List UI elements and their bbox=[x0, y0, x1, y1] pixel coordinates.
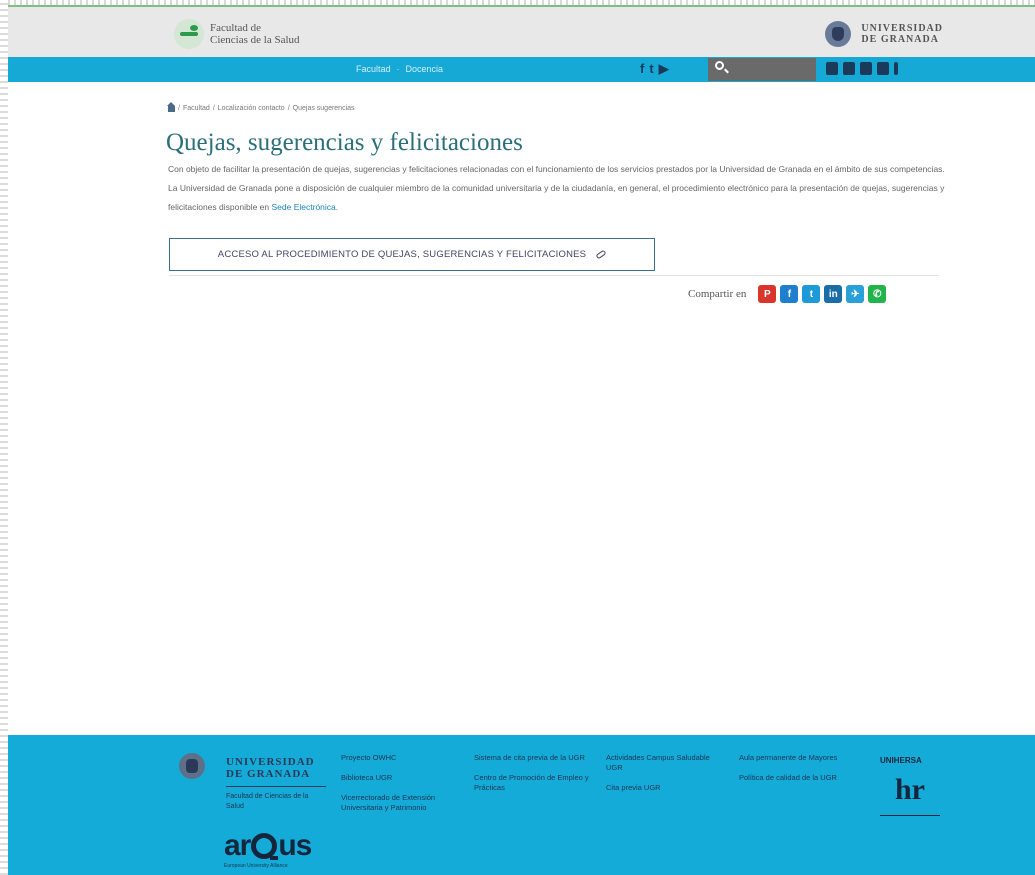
university-crest-icon bbox=[825, 21, 852, 47]
site-header: Facultad de Ciencias de la Salud UNIVERS… bbox=[8, 5, 1035, 57]
facebook-icon[interactable]: f bbox=[640, 61, 644, 77]
youtube-icon[interactable]: ▶ bbox=[659, 61, 669, 77]
page-frame: Facultad de Ciencias de la Salud UNIVERS… bbox=[8, 5, 1035, 875]
faculty-logo[interactable]: Facultad de Ciencias de la Salud bbox=[174, 19, 300, 49]
footer-divider bbox=[226, 786, 326, 787]
unihersa-logo[interactable]: UNIHERSA bbox=[880, 756, 922, 765]
link-icon bbox=[595, 249, 607, 260]
footer-link[interactable]: Actividades Campus Saludable UGR bbox=[606, 753, 711, 773]
breadcrumb-separator: / bbox=[287, 105, 290, 112]
arqus-logo-text-a: ar bbox=[224, 829, 251, 862]
university-logo[interactable]: UNIVERSIDAD DE GRANADA bbox=[825, 21, 943, 47]
arqus-subtitle: European University Alliance bbox=[224, 863, 288, 869]
footer-university-crest-icon bbox=[179, 753, 205, 779]
footer-link[interactable]: Política de calidad de la UGR bbox=[739, 773, 844, 783]
breadcrumb-item-localizacion[interactable]: Localización contacto bbox=[218, 105, 285, 112]
faculty-name-line2: Ciencias de la Salud bbox=[210, 34, 300, 46]
telegram-icon[interactable]: ✈ bbox=[846, 285, 865, 303]
footer-link[interactable]: Proyecto OWHC bbox=[341, 753, 451, 763]
footer-link[interactable]: Cita previa UGR bbox=[606, 783, 711, 793]
hr-excellence-logo[interactable]: hr bbox=[895, 773, 925, 807]
header-social-links: f t ▶ bbox=[640, 61, 669, 77]
users-icon[interactable] bbox=[860, 62, 872, 75]
university-name-line2: DE GRANADA bbox=[861, 34, 939, 45]
share-bar: Compartir en P f t in ✈ ✆ bbox=[688, 285, 887, 303]
home-icon[interactable] bbox=[167, 101, 175, 112]
footer-links-col1: Proyecto OWHC Biblioteca UGR Vicerrector… bbox=[341, 753, 451, 823]
intro-end: . bbox=[335, 202, 339, 212]
footer-link[interactable]: Sistema de cita previa de la UGR bbox=[474, 753, 594, 763]
footer-links-col2: Sistema de cita previa de la UGR Centro … bbox=[474, 753, 594, 803]
intro-paragraph: Con objeto de facilitar la presentación … bbox=[168, 160, 948, 217]
whatsapp-icon[interactable]: ✆ bbox=[868, 285, 887, 303]
pdf-icon[interactable]: P bbox=[758, 285, 777, 303]
footer-link[interactable]: Vicerrectorado de Extensión Universitari… bbox=[341, 793, 451, 813]
breadcrumb-item-facultad[interactable]: Facultad bbox=[183, 105, 210, 112]
arqus-q-icon bbox=[251, 833, 279, 860]
mail-icon[interactable] bbox=[826, 62, 838, 75]
search-input[interactable] bbox=[708, 58, 816, 81]
breadcrumb-item-current: Quejas sugerencias bbox=[292, 105, 355, 112]
faculty-name-line1: Facultad de bbox=[210, 22, 262, 34]
page-margin-pattern bbox=[0, 0, 8, 875]
footer-university-line2: DE GRANADA bbox=[226, 768, 311, 780]
footer-links-col3: Actividades Campus Saludable UGR Cita pr… bbox=[606, 753, 711, 803]
breadcrumb-separator: / bbox=[178, 105, 180, 112]
arqus-logo-text-b: us bbox=[278, 829, 312, 862]
utility-icons bbox=[826, 62, 898, 75]
share-label: Compartir en bbox=[688, 288, 747, 300]
content-divider bbox=[169, 275, 939, 276]
calendar-icon[interactable] bbox=[843, 62, 855, 75]
breadcrumb-separator: / bbox=[212, 105, 215, 112]
twitter-icon[interactable]: t bbox=[649, 61, 653, 77]
arqus-logo[interactable]: ar us bbox=[224, 829, 312, 863]
site-footer: UNIVERSIDAD DE GRANADA Facultad de Cienc… bbox=[8, 735, 1035, 875]
university-name-line1: UNIVERSIDAD bbox=[861, 23, 943, 34]
sede-electronica-link[interactable]: Sede Electrónica bbox=[272, 202, 336, 212]
footer-links-col4: Aula permanente de Mayores Política de c… bbox=[739, 753, 844, 793]
nav-link-docencia[interactable]: Docencia bbox=[406, 64, 444, 74]
page-title: Quejas, sugerencias y felicitaciones bbox=[166, 129, 523, 156]
info-icon[interactable] bbox=[894, 62, 898, 75]
footer-faculty-name: Facultad de Ciencias de la Salud bbox=[226, 793, 309, 810]
facebook-icon[interactable]: f bbox=[780, 285, 799, 303]
footer-university-line1: UNIVERSIDAD bbox=[226, 756, 315, 768]
access-procedure-button[interactable]: ACCESO AL PROCEDIMIENTO DE QUEJAS, SUGER… bbox=[169, 238, 655, 271]
nav-separator: · bbox=[396, 64, 400, 74]
main-nav-bar: Facultad · Docencia f t ▶ bbox=[8, 57, 1035, 82]
footer-university-name[interactable]: UNIVERSIDAD DE GRANADA bbox=[226, 756, 315, 780]
hr-logo-divider bbox=[880, 815, 940, 816]
footer-link[interactable]: Aula permanente de Mayores bbox=[739, 753, 844, 763]
faculty-logo-icon bbox=[174, 19, 204, 49]
faculty-name: Facultad de Ciencias de la Salud bbox=[210, 22, 300, 46]
footer-link[interactable]: Biblioteca UGR bbox=[341, 773, 451, 783]
nav-link-facultad[interactable]: Facultad bbox=[356, 64, 391, 74]
footer-link[interactable]: Centro de Promoción de Empleo y Práctica… bbox=[474, 773, 594, 793]
university-name: UNIVERSIDAD DE GRANADA bbox=[861, 23, 943, 45]
linkedin-icon[interactable]: in bbox=[824, 285, 843, 303]
nav-links: Facultad · Docencia bbox=[356, 64, 443, 74]
access-procedure-label: ACCESO AL PROCEDIMIENTO DE QUEJAS, SUGER… bbox=[217, 249, 587, 260]
breadcrumb: / Facultad / Localización contacto / Que… bbox=[167, 101, 355, 112]
accessibility-icon[interactable] bbox=[877, 62, 889, 75]
search-icon[interactable] bbox=[715, 61, 724, 70]
twitter-icon[interactable]: t bbox=[802, 285, 821, 303]
